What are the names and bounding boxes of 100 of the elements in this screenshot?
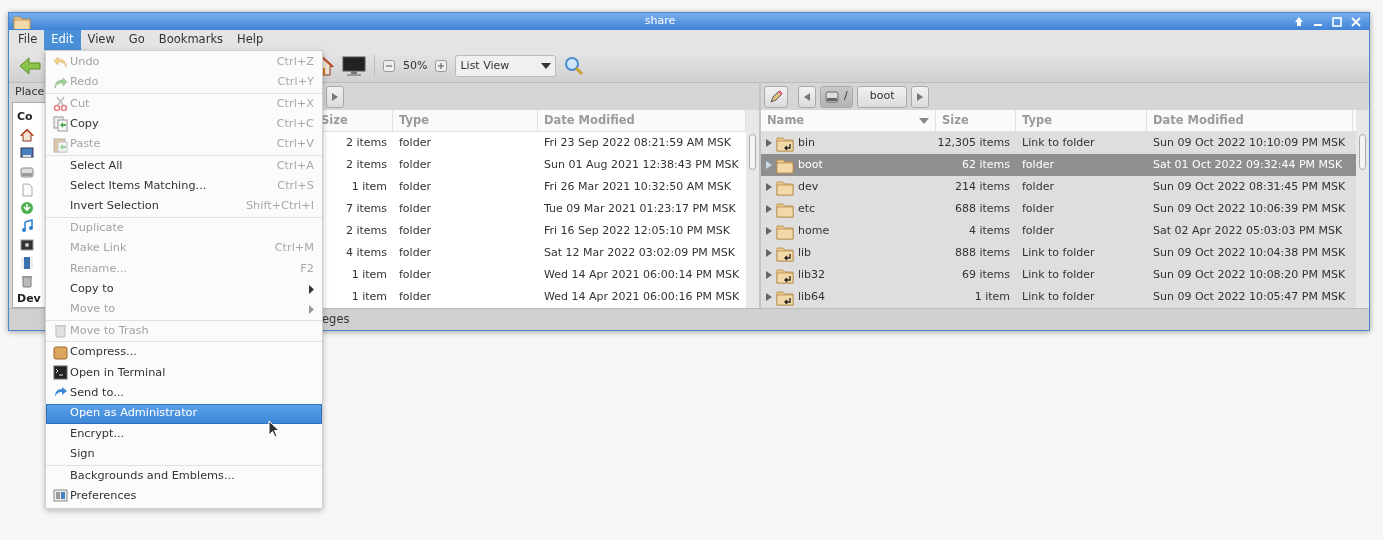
file-row[interactable]: home 4 items folder Sat 02 Apr 2022 05:03:03 PM MSK (761, 220, 1356, 242)
menu-item[interactable]: View (80, 30, 122, 50)
file-row[interactable]: dev 214 items folder Sun 09 Oct 2022 08:31:45 PM MSK (761, 176, 1356, 198)
folder-icon (776, 156, 794, 174)
menu-item[interactable]: Compress... (46, 342, 322, 363)
folder-icon (13, 14, 31, 29)
zoom-out-button[interactable] (383, 60, 395, 72)
menu-item[interactable]: Help (230, 30, 271, 50)
menu-item[interactable]: Open in Terminal (46, 362, 322, 384)
menu-item[interactable]: Copy to (46, 279, 322, 300)
folder-icon (776, 200, 794, 218)
menu-item[interactable]: Select All Ctrl+A (46, 155, 322, 177)
type-cell: folder (399, 135, 431, 149)
preferences-icon (53, 488, 68, 505)
scrollbar[interactable] (1356, 110, 1369, 308)
menu-item[interactable]: Send to... (46, 383, 322, 404)
right-arrow-icon (917, 92, 924, 101)
expander-icon[interactable] (766, 139, 772, 147)
menu-item[interactable]: Bookmarks (151, 30, 231, 50)
size-cell: 2 items (345, 223, 387, 237)
expander-icon[interactable] (766, 271, 772, 279)
type-cell: folder (1022, 201, 1054, 215)
type-cell: folder (399, 201, 431, 215)
date-cell: Tue 09 Mar 2021 01:23:17 PM MSK (544, 201, 736, 215)
size-cell: 2 items (345, 157, 387, 171)
size-cell: 4 items (968, 223, 1010, 237)
size-cell: 214 items (954, 179, 1010, 193)
size-cell: 7 items (345, 201, 387, 215)
type-cell: folder (1022, 157, 1054, 171)
menu-item[interactable]: Encrypt... (46, 424, 322, 445)
file-row[interactable]: etc 688 items folder Sun 09 Oct 2022 10:06:39 PM MSK (761, 198, 1356, 220)
link-folder-icon (776, 134, 794, 152)
forward-button[interactable] (326, 85, 344, 108)
size-cell: 1 item (351, 179, 387, 193)
file-name: bin (798, 134, 815, 151)
monitor-button[interactable] (342, 56, 366, 76)
path-back-button[interactable] (798, 85, 816, 108)
expander-icon[interactable] (766, 227, 772, 235)
minimize-icon (1314, 23, 1322, 26)
link-folder-icon (776, 288, 794, 306)
date-cell: Sun 09 Oct 2022 08:31:45 PM MSK (1153, 179, 1346, 193)
type-cell: Link to folder (1022, 245, 1095, 259)
trash-icon (53, 323, 68, 340)
pencil-icon (769, 89, 783, 104)
menu-item[interactable]: Invert Selection Shift+Ctrl+I (46, 196, 322, 218)
menu-item[interactable]: Select Items Matching... Ctrl+S (46, 176, 322, 197)
view-dropdown[interactable]: List View (455, 55, 557, 77)
size-cell: 2 items (345, 135, 387, 149)
type-cell: folder (399, 223, 431, 237)
edit-location-button[interactable] (764, 85, 788, 108)
menu-item[interactable]: File (11, 30, 45, 50)
file-row[interactable]: lib64 1 item Link to folder Sun 09 Oct 2022 10:05:47 PM MSK (761, 286, 1356, 308)
file-name: lib32 (798, 266, 826, 283)
menu-item[interactable]: Preferences (46, 486, 322, 507)
expander-icon[interactable] (766, 161, 772, 169)
date-cell: Sun 01 Aug 2021 12:38:43 PM MSK (544, 157, 739, 171)
date-cell: Sat 12 Mar 2022 03:02:09 PM MSK (544, 245, 735, 259)
path-forward-button[interactable] (911, 85, 930, 108)
right-arrow-icon (332, 92, 338, 101)
menu-item[interactable]: Backgrounds and Emblems... (46, 465, 322, 487)
scrollbar[interactable] (746, 110, 759, 308)
size-cell: 69 items (961, 267, 1010, 281)
expander-icon[interactable] (766, 293, 772, 301)
desktop-icon (20, 146, 34, 161)
file-row[interactable]: lib 888 items Link to folder Sun 09 Oct 2022 10:04:38 PM MSK (761, 242, 1356, 264)
back-button[interactable] (19, 57, 41, 75)
download-icon (20, 201, 34, 216)
date-cell: Sun 09 Oct 2022 10:10:09 PM MSK (1153, 135, 1346, 149)
places-label: Place (15, 84, 45, 101)
date-cell: Sun 09 Oct 2022 10:05:47 PM MSK (1153, 289, 1346, 303)
close-icon (1349, 14, 1363, 29)
size-cell: 62 items (961, 157, 1010, 171)
file-name: lib (798, 244, 812, 261)
terminal-icon (53, 365, 68, 382)
path-button[interactable]: / (820, 85, 853, 108)
search-button[interactable] (564, 56, 585, 76)
file-row[interactable]: bin 12,305 items Link to folder Sun 09 Oct 2022 10:10:09 PM MSK (761, 132, 1356, 154)
zoom-in-button[interactable] (435, 60, 448, 72)
size-cell: 888 items (954, 245, 1010, 259)
menu-item[interactable]: Go (121, 30, 152, 50)
drive-icon (825, 89, 839, 104)
sidebar-heading: Co (17, 109, 33, 126)
paste-icon (53, 136, 68, 153)
home-icon (20, 127, 34, 142)
path-button[interactable]: boot (856, 85, 908, 108)
sidebar-heading: Dev (17, 290, 41, 307)
type-cell: folder (399, 245, 431, 259)
size-cell: 688 items (954, 201, 1010, 215)
expander-icon[interactable] (766, 249, 772, 257)
size-cell: 4 items (345, 245, 387, 259)
expander-icon[interactable] (766, 205, 772, 213)
maximize-icon (1330, 14, 1344, 29)
menu-item[interactable]: Copy Ctrl+C (46, 114, 322, 135)
window-title: share (643, 13, 677, 30)
file-row[interactable]: lib32 69 items Link to folder Sun 09 Oct 2022 10:08:20 PM MSK (761, 264, 1356, 286)
link-folder-icon (776, 266, 794, 284)
menu-item[interactable]: Sign (46, 444, 322, 465)
file-name: etc (798, 200, 816, 217)
file-name: lib64 (798, 288, 826, 305)
expander-icon[interactable] (766, 183, 772, 191)
